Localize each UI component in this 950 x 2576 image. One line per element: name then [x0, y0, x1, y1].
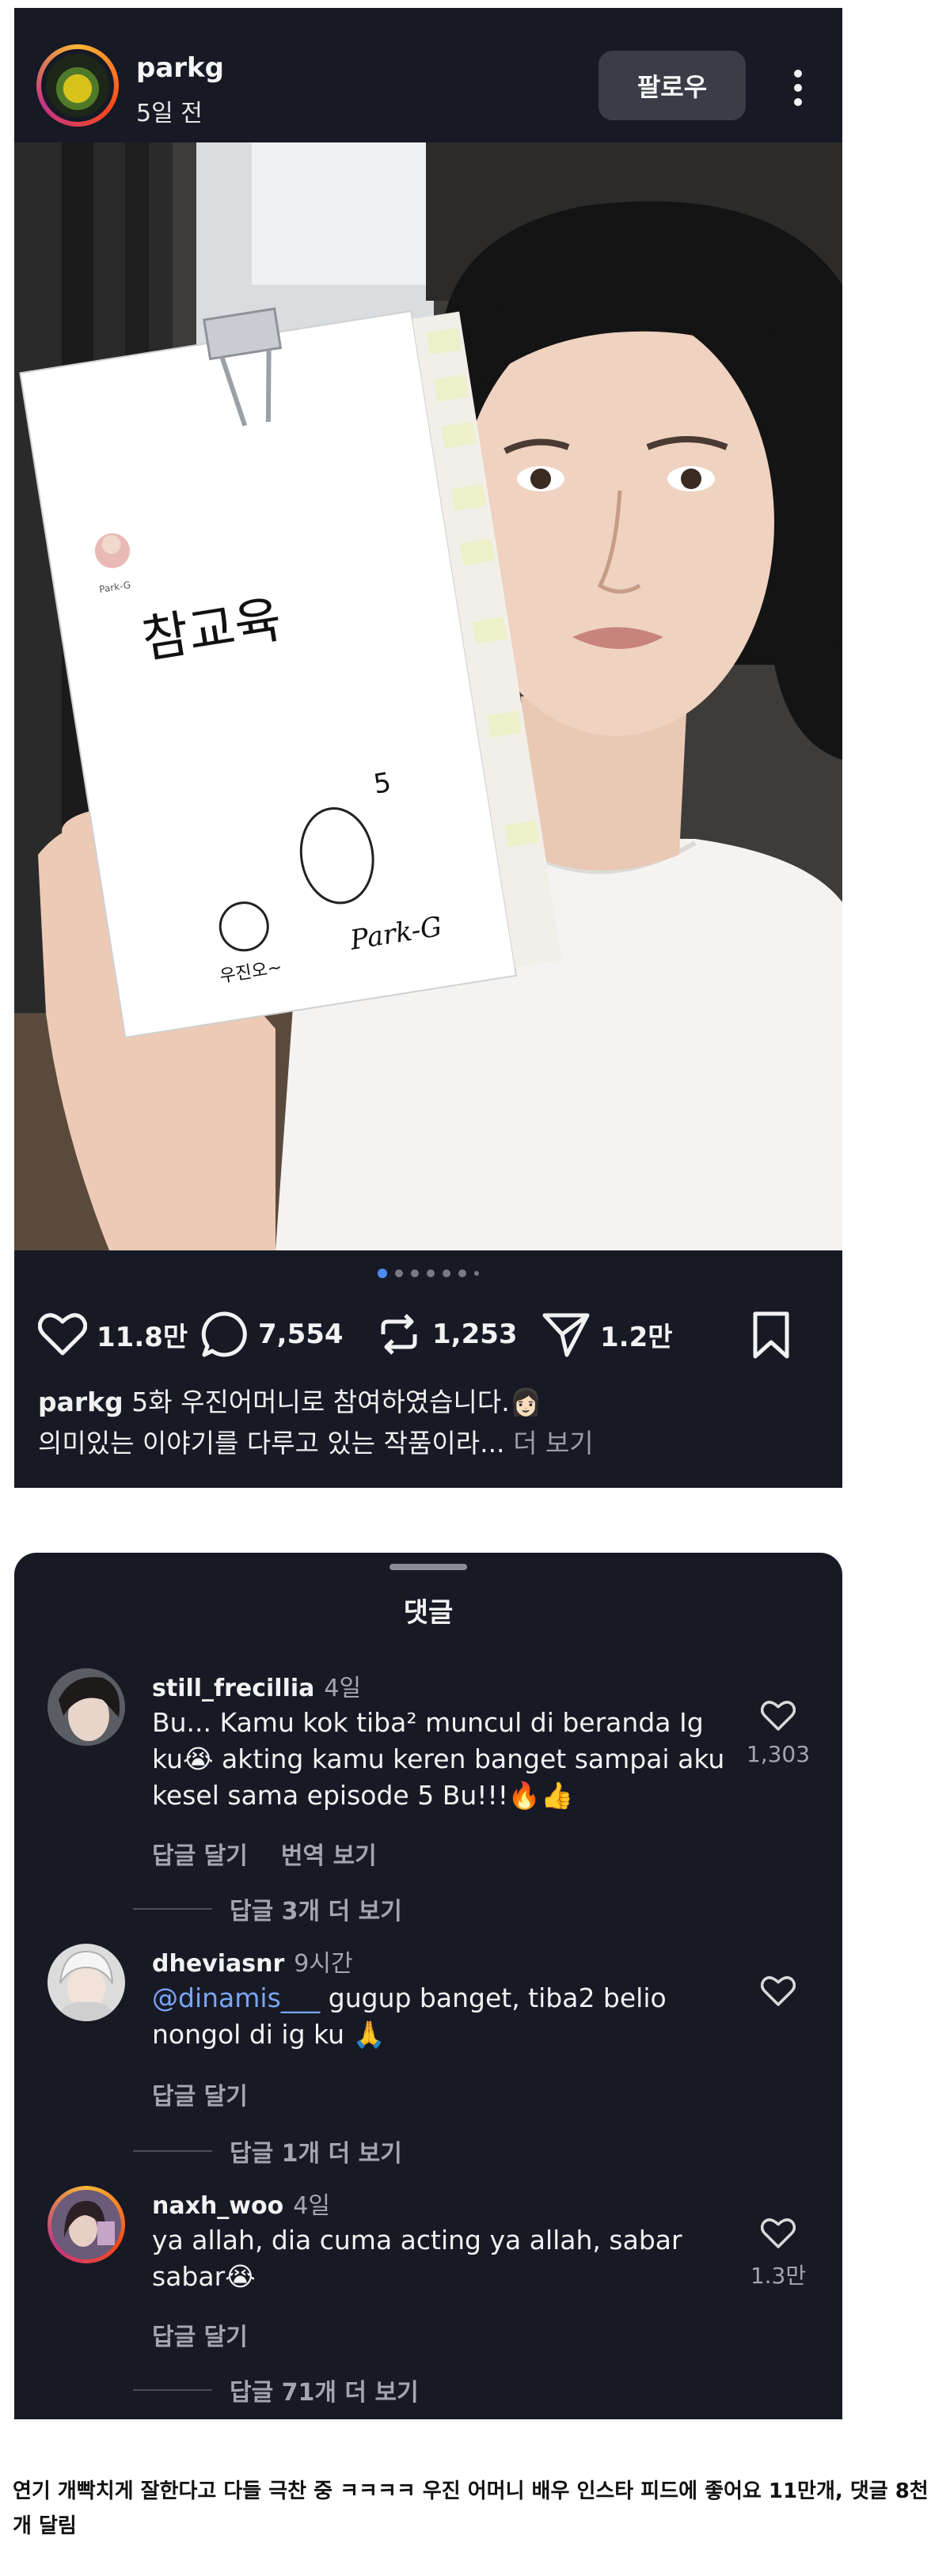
comment-like-count: 1,303: [746, 1741, 811, 1767]
heart-icon: [760, 1701, 796, 1731]
avatar[interactable]: [48, 1668, 125, 1746]
repost-button[interactable]: 1,253: [375, 1303, 518, 1366]
carousel-dot: [378, 1269, 387, 1278]
comment-username[interactable]: naxh_woo: [152, 2192, 283, 2220]
bookmark-icon[interactable]: [750, 1311, 792, 1360]
avatar[interactable]: [48, 1944, 125, 2021]
heart-icon: [760, 2218, 796, 2248]
caption-emoji: 👩🏻: [509, 1387, 542, 1417]
carousel-dot: [458, 1269, 466, 1277]
comment-time: 4일: [293, 2192, 330, 2220]
carousel-dot: [395, 1269, 403, 1277]
footer-commentary: 연기 개빡치게 잘한다고 다들 극찬 중 ㅋㅋㅋㅋ 우진 어머니 배우 인스타 …: [13, 2479, 929, 2538]
comment-button[interactable]: 7,554: [201, 1303, 344, 1366]
photo-illustration: Park-G 참교육 5 우진오~ Park-G: [14, 142, 842, 1250]
likes-count: 11.8만: [97, 1321, 188, 1353]
mention-link[interactable]: @dinamis___: [152, 1982, 320, 2013]
carousel-indicator: [14, 1269, 842, 1285]
comment-username[interactable]: still_frecillia: [152, 1675, 314, 1702]
carousel-dot: [411, 1269, 419, 1277]
view-more-replies[interactable]: 답글 71개 더 보기: [133, 2373, 419, 2407]
carousel-dot: [443, 1269, 450, 1277]
story-avatar[interactable]: [48, 2186, 125, 2263]
more-options-icon[interactable]: [790, 68, 806, 108]
story-avatar[interactable]: [36, 44, 119, 127]
comment-like-button[interactable]: 1,303: [735, 1700, 822, 1767]
reply-button[interactable]: 답글 달기: [152, 1836, 248, 1871]
post-caption: parkg 5화 우진어머니로 참여하였습니다.👩🏻 의미있는 이야기를 다루고…: [38, 1382, 830, 1464]
avatar: [46, 54, 109, 117]
instagram-post: parkg 5일 전 팔로우 Park-G 참교육 5 우진오~ Park-G …: [14, 8, 842, 1488]
comment-like-button[interactable]: 1.3만: [735, 2217, 822, 2290]
caption-line-1: 5화 우진어머니로 참여하였습니다.: [131, 1387, 510, 1417]
carousel-dot: [474, 1271, 479, 1276]
shares-count: 1.2만: [600, 1321, 673, 1353]
reply-button[interactable]: 답글 달기: [152, 2317, 248, 2352]
reposts-count: 1,253: [432, 1318, 518, 1350]
comment-text: ya allah, dia cuma acting ya allah, saba…: [152, 2225, 682, 2292]
comment-bubble-icon: [201, 1311, 247, 1357]
comments-count: 7,554: [258, 1318, 344, 1350]
comment-username[interactable]: dheviasnr: [152, 1950, 284, 1978]
caption-line-2: 의미있는 이야기를 다루고 있는 작품이라...: [38, 1428, 505, 1459]
comment-like-count: 1.3만: [750, 2263, 807, 2289]
comment-text: @dinamis___ gugup banget, tiba2 belio no…: [152, 1982, 667, 2050]
comment-text: Bu... Kamu kok tiba² muncul di beranda I…: [152, 1707, 725, 1811]
reply-button[interactable]: 답글 달기: [152, 2077, 248, 2111]
caption-username[interactable]: parkg: [38, 1387, 124, 1417]
heart-icon: [760, 1976, 796, 2006]
repost-icon: [381, 1314, 417, 1355]
comment-time: 4일: [324, 1675, 362, 1702]
carousel-dot: [427, 1269, 435, 1277]
divider: [133, 1908, 212, 1910]
comment-time: 9시간: [294, 1950, 353, 1978]
caption-more-link[interactable]: 더 보기: [513, 1428, 594, 1459]
divider: [133, 2389, 212, 2391]
follow-button[interactable]: 팔로우: [598, 51, 746, 120]
view-more-replies[interactable]: 답글 1개 더 보기: [133, 2134, 402, 2168]
post-photo[interactable]: Park-G 참교육 5 우진오~ Park-G: [14, 142, 842, 1250]
post-header: parkg 5일 전 팔로우: [14, 8, 842, 142]
sheet-drag-handle[interactable]: [390, 1564, 467, 1570]
heart-icon: [38, 1313, 87, 1356]
comments-sheet: 댓글 still_frecillia 4일 Bu... Kamu kok tiba…: [14, 1553, 842, 2419]
send-icon: [542, 1313, 590, 1357]
post-actions: 11.8만 7,554 1,253 1.2만: [14, 1303, 842, 1366]
post-time: 5일 전: [136, 100, 203, 127]
view-more-replies[interactable]: 답글 3개 더 보기: [133, 1891, 402, 1926]
share-button[interactable]: 1.2만: [542, 1303, 673, 1366]
like-button[interactable]: 11.8만: [38, 1303, 188, 1366]
translate-button[interactable]: 번역 보기: [281, 1836, 377, 1871]
comments-title: 댓글: [403, 1597, 454, 1629]
post-username[interactable]: parkg: [136, 52, 224, 84]
comment-like-button[interactable]: [735, 1975, 822, 2010]
divider: [133, 2150, 212, 2152]
